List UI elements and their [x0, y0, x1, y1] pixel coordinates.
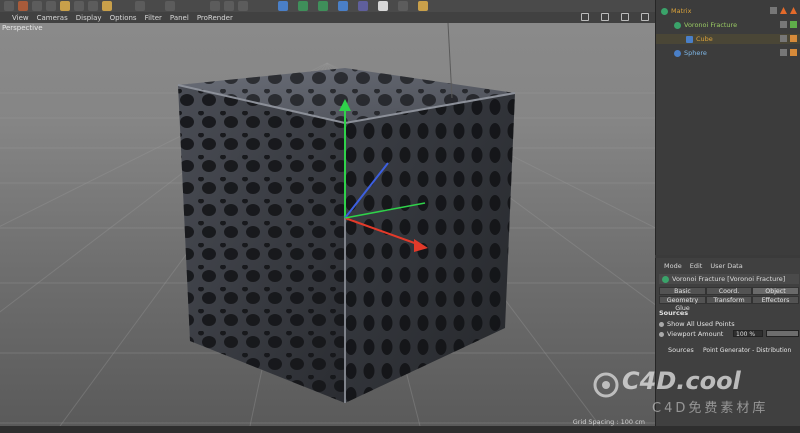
attribute-menu: Mode Edit User Data: [656, 262, 800, 270]
visibility-icon[interactable]: [780, 21, 787, 28]
matrix-icon: [661, 7, 668, 15]
x-axis-icon[interactable]: [74, 1, 84, 11]
object-manager: Matrix Voronoi Fracture Cube Sphere: [655, 0, 800, 255]
array-tool-icon[interactable]: [338, 1, 348, 11]
scene-tool-icon[interactable]: [378, 1, 388, 11]
viewport-label: Perspective: [2, 24, 43, 32]
sources-list-item[interactable]: Point Generator - Distribution: [703, 347, 798, 354]
render-view-icon[interactable]: [165, 1, 175, 11]
zoom-icon[interactable]: [601, 13, 609, 21]
object-name: Matrix: [671, 7, 692, 15]
menu-filter[interactable]: Filter: [145, 14, 162, 22]
tab-effectors[interactable]: Effectors: [752, 296, 799, 304]
object-name: Voronoi Fracture: [684, 21, 738, 29]
rotate-icon[interactable]: [60, 1, 70, 11]
visibility-icon[interactable]: [780, 49, 787, 56]
watermark: C4D.cool C4D免费素材库: [592, 367, 792, 417]
tab-coord[interactable]: Coord.: [706, 287, 752, 295]
nurbs-tool-icon[interactable]: [318, 1, 328, 11]
c4d-logo-icon: [593, 372, 619, 398]
material-tag-icon[interactable]: [790, 35, 797, 42]
light-tool-icon[interactable]: [418, 1, 428, 11]
pan-icon[interactable]: [581, 13, 589, 21]
render-region-icon[interactable]: [210, 1, 220, 11]
object-tags: [780, 21, 797, 28]
warning-tag-icon[interactable]: [790, 7, 797, 14]
check-icon[interactable]: [790, 21, 797, 28]
tab-geometry-glue[interactable]: Geometry Glue: [659, 296, 706, 312]
sphere-icon: [674, 49, 681, 57]
viewport-scene: [0, 23, 655, 426]
orbit-icon[interactable]: [621, 13, 629, 21]
object-name: Cube: [696, 35, 713, 43]
spline-tool-icon[interactable]: [298, 1, 308, 11]
select-icon[interactable]: [18, 1, 28, 11]
show-all-points-row[interactable]: Show All Used Points: [659, 320, 799, 328]
object-row-matrix[interactable]: Matrix: [656, 6, 800, 16]
object-tags: [780, 35, 797, 42]
z-axis-icon[interactable]: [102, 1, 112, 11]
deformer-tool-icon[interactable]: [358, 1, 368, 11]
object-row-cube[interactable]: Cube: [656, 34, 800, 44]
menu-options[interactable]: Options: [110, 14, 137, 22]
visibility-icon[interactable]: [780, 35, 787, 42]
undo-icon[interactable]: [4, 1, 14, 11]
material-tag-icon[interactable]: [790, 49, 797, 56]
maximize-view-icon[interactable]: [641, 13, 649, 21]
radio-icon[interactable]: [659, 331, 664, 337]
attribute-object-title: Voronoi Fracture [Voronoi Fracture]: [659, 274, 799, 284]
watermark-subtitle: C4D免费素材库: [652, 401, 769, 416]
menu-edit[interactable]: Edit: [690, 262, 703, 270]
menu-mode[interactable]: Mode: [664, 262, 682, 270]
watermark-title: C4D.cool: [622, 367, 741, 395]
menu-panel[interactable]: Panel: [170, 14, 189, 22]
object-tags: [780, 49, 797, 56]
warning-tag-icon[interactable]: [780, 7, 787, 14]
scale-icon[interactable]: [46, 1, 56, 11]
menu-prorender[interactable]: ProRender: [197, 14, 233, 22]
coordinate-system-icon[interactable]: [135, 1, 145, 11]
object-tags: [770, 7, 797, 14]
voronoi-icon: [662, 275, 669, 283]
section-sources-header: Sources: [659, 309, 689, 317]
object-row-voronoi-fracture[interactable]: Voronoi Fracture: [656, 20, 800, 30]
sources-label: Sources: [668, 346, 694, 354]
viewport-nav-icons: [569, 13, 649, 21]
visibility-icon[interactable]: [770, 7, 777, 14]
cube-icon: [686, 35, 693, 43]
tab-object[interactable]: Object: [752, 287, 799, 295]
camera-tool-icon[interactable]: [398, 1, 408, 11]
menu-user-data[interactable]: User Data: [710, 262, 742, 270]
render-picture-viewer-icon[interactable]: [224, 1, 234, 11]
menu-display[interactable]: Display: [76, 14, 102, 22]
menu-view[interactable]: View: [12, 14, 29, 22]
tab-basic[interactable]: Basic: [659, 287, 706, 295]
object-row-sphere[interactable]: Sphere: [656, 48, 800, 58]
cube-tool-icon[interactable]: [278, 1, 288, 11]
status-bar: [0, 426, 800, 433]
grid-spacing-readout: Grid Spacing : 100 cm: [572, 418, 645, 426]
viewport-amount-field[interactable]: 100 %: [733, 330, 763, 338]
move-icon[interactable]: [32, 1, 42, 11]
perspective-viewport[interactable]: Perspective Grid Spacing : 100 cm: [0, 23, 655, 426]
menu-cameras[interactable]: Cameras: [37, 14, 68, 22]
y-axis-icon[interactable]: [88, 1, 98, 11]
object-name: Sphere: [684, 49, 707, 57]
voronoi-icon: [674, 21, 681, 29]
viewport-amount-slider[interactable]: [766, 330, 799, 337]
render-settings-icon[interactable]: [238, 1, 248, 11]
radio-icon[interactable]: [659, 321, 664, 327]
tab-transform[interactable]: Transform: [706, 296, 752, 304]
